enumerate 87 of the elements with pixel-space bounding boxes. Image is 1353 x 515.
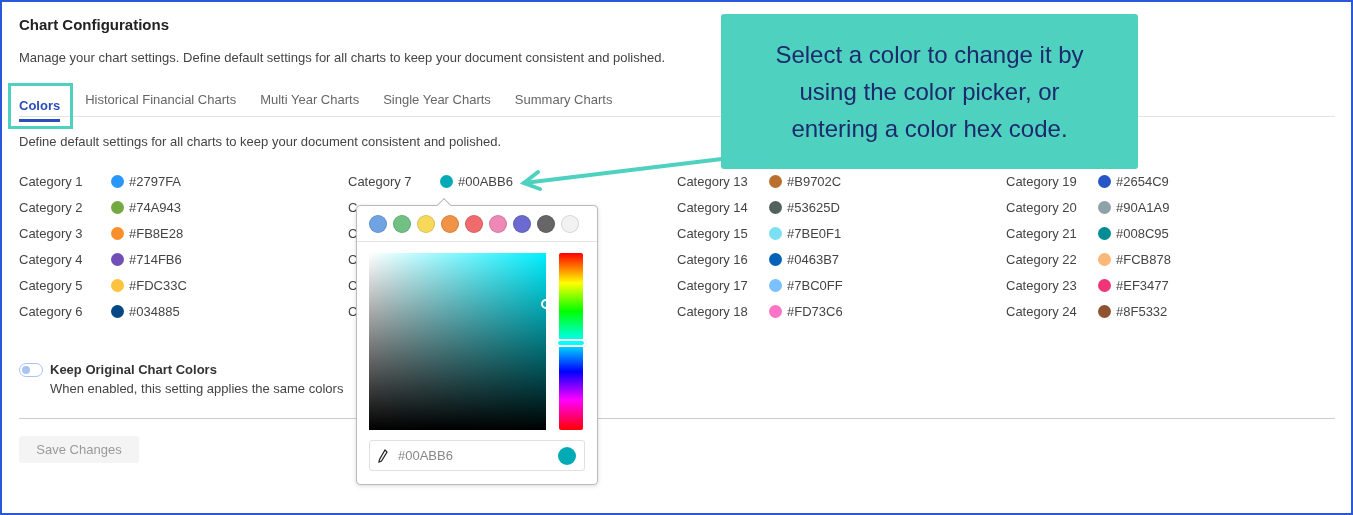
- category-label: Category 3: [19, 225, 84, 241]
- toggle-description: When enabled, this setting applies the same colors: [50, 381, 344, 396]
- hue-handle[interactable]: [556, 339, 586, 348]
- hex-value[interactable]: #FCB878: [1116, 251, 1171, 267]
- category-label: Category 14: [677, 199, 749, 215]
- tab[interactable]: Summary Charts: [514, 84, 625, 116]
- color-swatch[interactable]: [769, 304, 782, 318]
- color-swatch[interactable]: [440, 174, 453, 188]
- hex-value[interactable]: #714FB6: [129, 251, 182, 267]
- category-label: Category 24: [1006, 303, 1078, 319]
- hex-value[interactable]: #008C95: [1116, 225, 1169, 241]
- color-swatch[interactable]: [1098, 200, 1111, 214]
- hex-value[interactable]: #00ABB6: [458, 173, 513, 189]
- toggle-label: Keep Original Chart Colors: [50, 362, 218, 377]
- hex-value[interactable]: #7BC0FF: [787, 277, 843, 293]
- category-label: Category 21: [1006, 225, 1078, 241]
- tab-description: Define default settings for all charts to keep your document consistent and polished.: [19, 134, 501, 150]
- hex-value[interactable]: #7BE0F1: [787, 225, 842, 241]
- preset-swatch[interactable]: [465, 215, 483, 233]
- category-label: Category 23: [1006, 277, 1078, 293]
- hue-slider[interactable]: [559, 253, 583, 430]
- color-swatch[interactable]: [1098, 304, 1111, 318]
- category-label: Category 17: [677, 277, 749, 293]
- tab[interactable]: Historical Financial Charts: [85, 84, 249, 116]
- hex-value[interactable]: #034885: [129, 303, 180, 319]
- color-swatch[interactable]: [111, 304, 124, 318]
- color-swatch[interactable]: [769, 226, 782, 240]
- hex-value[interactable]: #FB8E28: [129, 225, 184, 241]
- color-swatch[interactable]: [1098, 174, 1111, 188]
- color-swatch[interactable]: [1098, 252, 1111, 266]
- tab[interactable]: Colors: [19, 90, 61, 122]
- preset-swatch[interactable]: [417, 215, 435, 233]
- preset-swatch[interactable]: [369, 215, 387, 233]
- category-label: C: [348, 303, 359, 319]
- hex-value[interactable]: #8F5332: [1116, 303, 1168, 319]
- color-swatch[interactable]: [111, 252, 124, 266]
- category-label: Category 18: [677, 303, 749, 319]
- preset-swatch[interactable]: [561, 215, 579, 233]
- hex-value[interactable]: #74A943: [129, 199, 182, 215]
- hex-value[interactable]: #B9702C: [787, 173, 842, 189]
- toggle-switch[interactable]: [19, 363, 43, 377]
- preset-swatch[interactable]: [537, 215, 555, 233]
- category-label: Category 16: [677, 251, 749, 267]
- category-label: Category 1: [19, 173, 84, 189]
- hex-value[interactable]: #FDC33C: [129, 277, 187, 293]
- category-label: C: [348, 225, 359, 241]
- category-label: Category 6: [19, 303, 84, 319]
- hex-value[interactable]: #FD73C6: [787, 303, 843, 319]
- category-label: Category 4: [19, 251, 84, 267]
- tab[interactable]: Multi Year Charts: [260, 84, 372, 116]
- hex-value[interactable]: #EF3477: [1116, 277, 1169, 293]
- category-label: C: [348, 277, 359, 293]
- preset-swatch[interactable]: [489, 215, 507, 233]
- hex-input-field[interactable]: #00ABB6: [369, 440, 585, 471]
- page-subtitle: Manage your chart settings. Define default settings for all charts to keep your document consistent and polished.: [19, 49, 666, 67]
- hex-value[interactable]: #90A1A9: [1116, 199, 1170, 215]
- color-swatch[interactable]: [111, 174, 124, 188]
- category-label: Category 15: [677, 225, 749, 241]
- hex-value[interactable]: #2654C9: [1116, 173, 1169, 189]
- hex-value[interactable]: #2797FA: [129, 173, 182, 189]
- callout-text: Select a color to change it by using the color picker, or entering a color hex code.: [721, 14, 1138, 169]
- color-swatch[interactable]: [769, 252, 782, 266]
- preset-swatch[interactable]: [441, 215, 459, 233]
- hex-value[interactable]: #0463B7: [787, 251, 840, 267]
- category-label: C: [348, 251, 359, 267]
- category-label: Category 7: [348, 173, 413, 189]
- category-label: C: [348, 199, 359, 215]
- hex-value[interactable]: #53625D: [787, 199, 840, 215]
- color-swatch[interactable]: [1098, 226, 1111, 240]
- color-swatch[interactable]: [111, 278, 124, 292]
- color-swatch[interactable]: [111, 226, 124, 240]
- color-swatch[interactable]: [111, 200, 124, 214]
- color-swatch[interactable]: [769, 174, 782, 188]
- category-label: Category 22: [1006, 251, 1078, 267]
- tab[interactable]: Single Year Charts: [383, 84, 503, 116]
- preset-swatch[interactable]: [513, 215, 531, 233]
- page-title: Chart Configurations: [19, 15, 170, 35]
- preset-swatch[interactable]: [393, 215, 411, 233]
- category-label: Category 20: [1006, 199, 1078, 215]
- pencil-icon: [378, 448, 388, 463]
- category-label: Category 2: [19, 199, 84, 215]
- color-swatch[interactable]: [769, 200, 782, 214]
- color-swatch[interactable]: [1098, 278, 1111, 292]
- category-label: Category 19: [1006, 173, 1078, 189]
- category-label: Category 13: [677, 173, 749, 189]
- category-label: Category 5: [19, 277, 84, 293]
- color-swatch[interactable]: [769, 278, 782, 292]
